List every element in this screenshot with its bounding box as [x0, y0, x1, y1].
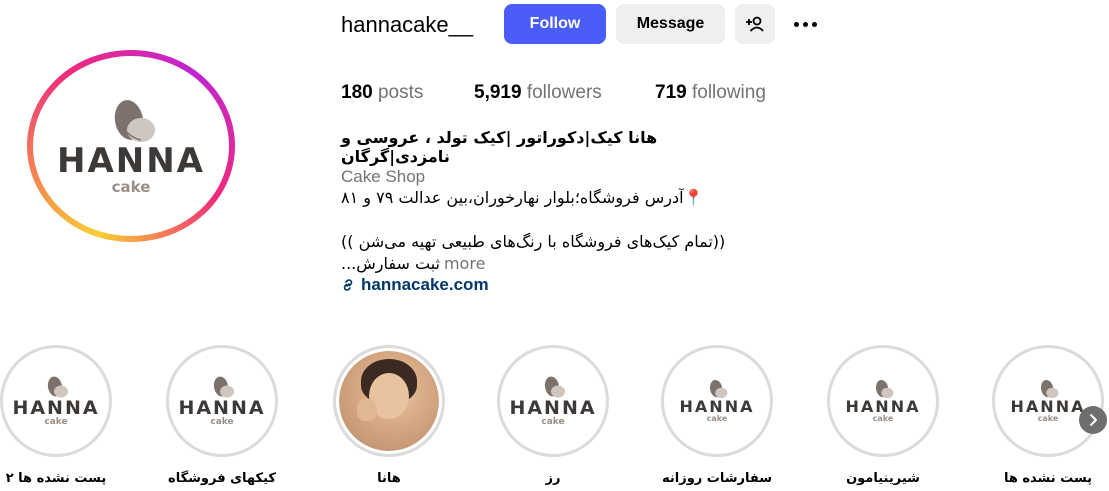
highlight-ring: HANNA cake	[497, 345, 609, 457]
more-options-button[interactable]	[790, 11, 820, 37]
logo-word: HANNA	[12, 397, 100, 419]
highlight-ring	[333, 345, 445, 457]
following-label: following	[691, 82, 766, 103]
following-count: 719	[655, 82, 687, 103]
highlight-ring: HANNA cake	[166, 345, 278, 457]
highlight-item[interactable]: HANNA cake پست نشده ها ۲	[0, 345, 115, 486]
logo-sub: cake	[706, 414, 728, 423]
followers-stat[interactable]: 5,919 followers	[474, 82, 655, 104]
logo-word: HANNA	[509, 397, 597, 419]
profile-username: hannacake__	[341, 12, 474, 37]
bio-name: هانا کیک|دکوراتور |کیک تولد ، عروسی و نا…	[341, 128, 658, 166]
logo-sub: cake	[210, 417, 234, 427]
highlight-logo: HANNA cake	[998, 351, 1098, 451]
logo-word: HANNA	[1010, 397, 1086, 416]
logo-sub: cake	[111, 177, 151, 196]
highlight-item[interactable]: HANNA cake کیکهای فروشگاه	[163, 345, 281, 486]
bio-note: ((تمام کیک‌های فروشگاه با رنگ‌های طبیعی …	[341, 232, 726, 251]
bio-address: 📍آدرس فروشگاه؛بلوار نهارخوران،بین عدالت …	[341, 188, 704, 207]
followers-count: 5,919	[474, 82, 522, 103]
highlights-next-button[interactable]	[1079, 406, 1107, 434]
highlight-photo	[339, 351, 439, 451]
highlight-logo: HANNA cake	[667, 351, 767, 451]
posts-count: 180	[341, 82, 373, 103]
highlight-ring: HANNA cake	[827, 345, 939, 457]
bio-website-link[interactable]: hannacake.com	[341, 275, 771, 295]
more-dot-icon	[811, 21, 817, 27]
butterfly-logo-icon	[1040, 379, 1059, 399]
highlight-label: پست نشده ها ۲	[5, 471, 107, 486]
hanna-logo: HANNA cake	[57, 98, 205, 195]
highlight-label: شیرینیامون	[846, 471, 920, 486]
logo-sub: cake	[1037, 414, 1059, 423]
highlight-ring: HANNA cake	[992, 345, 1104, 457]
logo-sub: cake	[44, 417, 68, 427]
chevron-right-icon	[1090, 414, 1097, 426]
butterfly-logo-icon	[114, 99, 155, 142]
logo-word: HANNA	[178, 397, 266, 419]
highlight-label: پست نشده ها	[1003, 471, 1093, 486]
logo-word: HANNA	[845, 397, 921, 416]
highlight-label: کیکهای فروشگاه	[168, 471, 276, 486]
bio-website-text: hannacake.com	[361, 275, 489, 294]
highlight-item[interactable]: هانا	[330, 345, 448, 486]
followers-label: followers	[526, 82, 602, 103]
more-dot-icon	[793, 21, 799, 27]
highlight-ring: HANNA cake	[0, 345, 112, 457]
highlight-item[interactable]: HANNA cake سفارشات روزانه	[658, 345, 776, 486]
butterfly-logo-icon	[544, 376, 565, 398]
logo-sub: cake	[872, 414, 894, 423]
bio-order-text: ثبت سفارش...	[341, 254, 440, 273]
person-add-icon	[746, 16, 764, 32]
butterfly-logo-icon	[47, 376, 68, 398]
posts-label: posts	[377, 82, 424, 103]
highlight-label: هانا	[377, 471, 401, 486]
bio-more-link[interactable]: more	[444, 253, 485, 275]
logo-word: HANNA	[679, 397, 755, 416]
more-dot-icon	[802, 21, 808, 27]
avatar-image: HANNA cake	[38, 61, 224, 231]
bio-spacer	[341, 209, 771, 231]
butterfly-logo-icon	[709, 379, 728, 399]
highlight-logo: HANNA cake	[172, 351, 272, 451]
follow-button[interactable]: Follow	[504, 4, 606, 44]
message-button[interactable]: Message	[616, 4, 725, 44]
highlight-label: رز	[545, 471, 561, 486]
avatar-inner: HANNA cake	[33, 56, 229, 236]
profile-stats: 180 posts 5,919 followers 719 following	[341, 82, 766, 104]
posts-stat: 180 posts	[341, 82, 474, 104]
highlight-logo: HANNA cake	[833, 351, 933, 451]
following-stat[interactable]: 719 following	[655, 82, 766, 104]
highlight-ring: HANNA cake	[661, 345, 773, 457]
profile-bio: هانا کیک|دکوراتور |کیک تولد ، عروسی و نا…	[341, 128, 771, 295]
highlight-photo-image	[339, 351, 439, 451]
bio-category: Cake Shop	[341, 167, 426, 186]
story-highlights: HANNA cake پست نشده ها ۲ HANNA cake کیکهای…	[0, 345, 1109, 491]
logo-word: HANNA	[57, 140, 205, 181]
highlight-logo: HANNA cake	[503, 351, 603, 451]
highlight-item[interactable]: HANNA cake شیرینیامون	[824, 345, 942, 486]
suggest-accounts-button[interactable]	[735, 4, 775, 44]
highlight-label: سفارشات روزانه	[661, 471, 773, 486]
highlight-logo: HANNA cake	[6, 351, 106, 451]
bio-order-line: ثبت سفارش... more	[341, 253, 771, 275]
butterfly-logo-icon	[213, 376, 234, 398]
butterfly-logo-icon	[875, 379, 894, 399]
logo-sub: cake	[541, 417, 565, 427]
profile-avatar[interactable]: HANNA cake	[27, 50, 235, 242]
link-icon	[343, 279, 353, 291]
highlight-item[interactable]: HANNA cake رز	[494, 345, 612, 486]
